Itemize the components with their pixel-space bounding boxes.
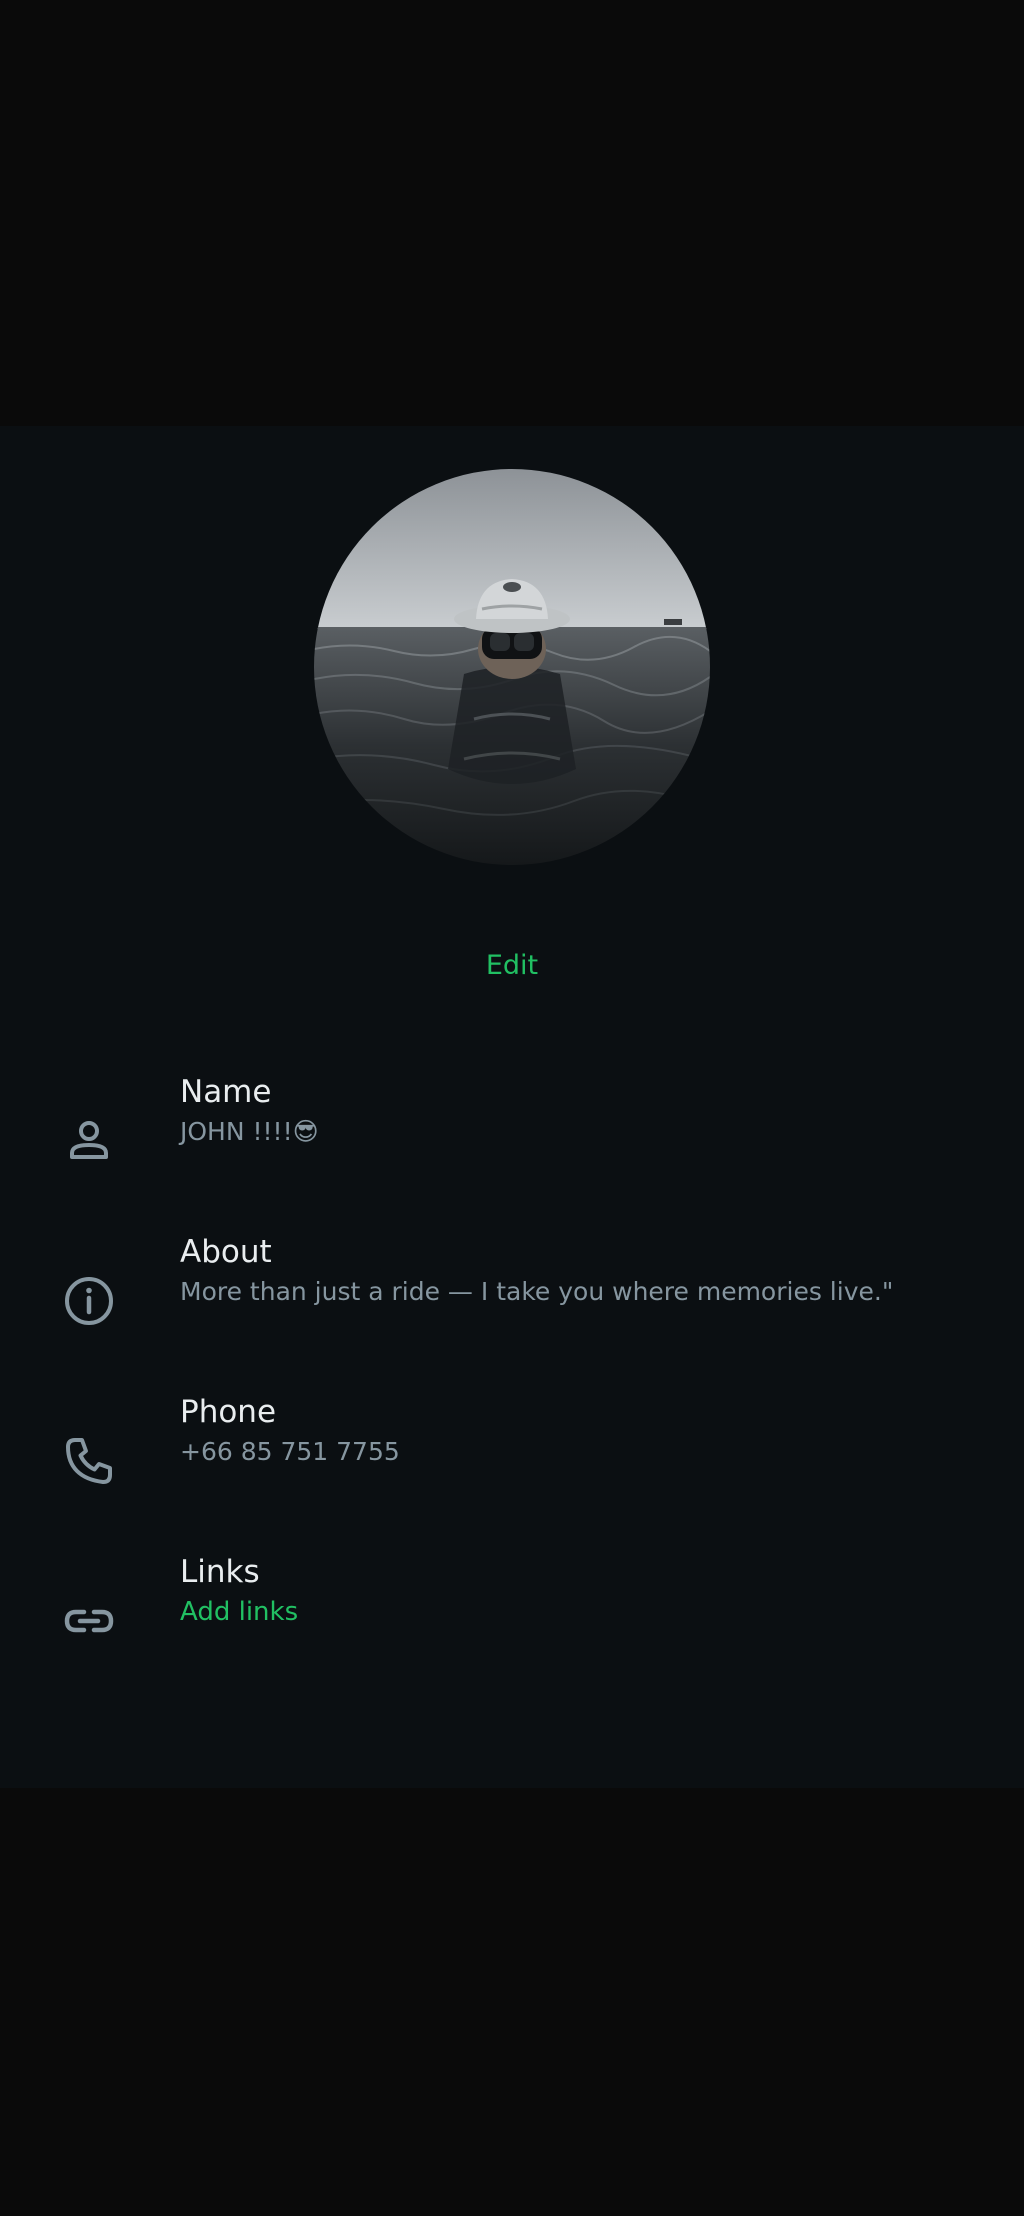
navigation-area — [0, 1788, 1024, 2216]
name-label: Name — [180, 1074, 272, 1110]
links-label: Links — [180, 1554, 260, 1590]
about-row[interactable]: About More than just a ride — I take you… — [0, 1220, 1024, 1370]
links-row[interactable]: Links Add links — [0, 1540, 1024, 1690]
phone-icon — [60, 1432, 118, 1490]
profile-photo-image — [314, 469, 710, 865]
info-icon — [60, 1272, 118, 1330]
about-label: About — [180, 1234, 272, 1270]
phone-label: Phone — [180, 1394, 277, 1430]
name-row[interactable]: Name JOHN !!!!😎 — [0, 1060, 1024, 1210]
profile-photo[interactable] — [314, 469, 710, 865]
add-links-button[interactable]: Add links — [180, 1597, 298, 1627]
link-icon — [60, 1592, 118, 1650]
edit-photo-button[interactable]: Edit — [0, 950, 1024, 981]
about-value: More than just a ride — I take you where… — [180, 1277, 894, 1306]
phone-row[interactable]: Phone +66 85 751 7755 — [0, 1380, 1024, 1530]
status-area — [0, 0, 1024, 426]
person-icon — [60, 1112, 118, 1170]
phone-value: +66 85 751 7755 — [180, 1437, 400, 1466]
name-value: JOHN !!!!😎 — [180, 1117, 319, 1146]
